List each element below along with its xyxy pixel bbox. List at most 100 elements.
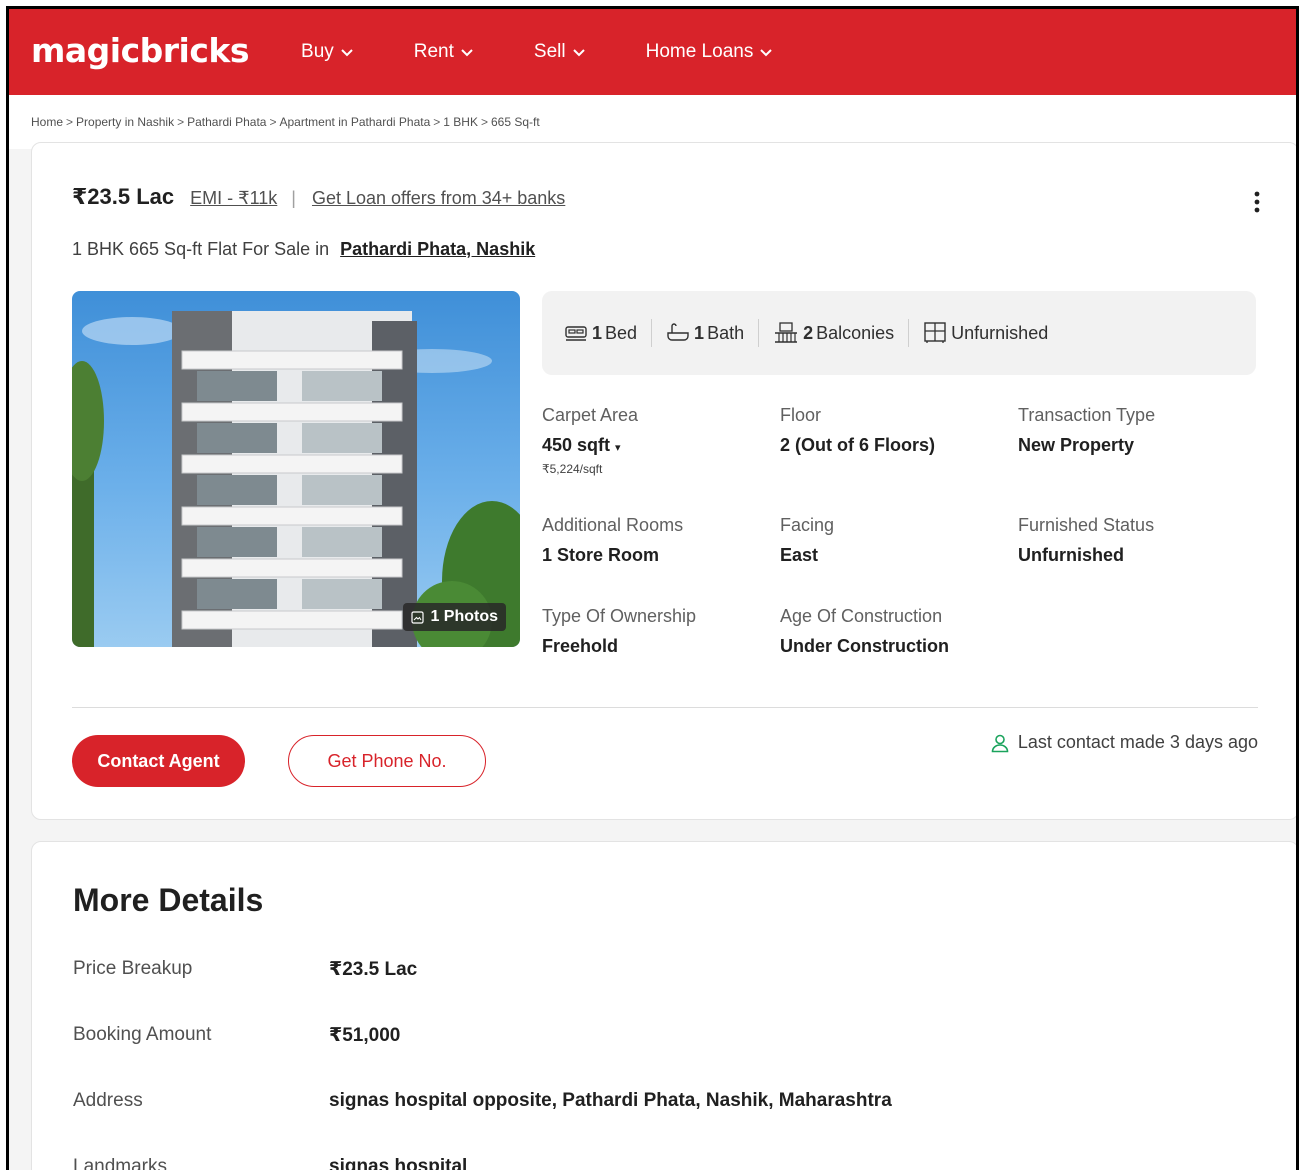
main-nav: Buy Rent Sell Home Loans [301, 41, 833, 63]
breadcrumb-separator: > [66, 115, 74, 129]
furnishing-amenity: Unfurnished [923, 322, 1048, 344]
amenity-divider [758, 319, 760, 347]
spec-label: Transaction Type [1018, 405, 1156, 425]
breadcrumb-pathardi-phata[interactable]: Pathardi Phata [187, 115, 266, 129]
nav-rent-label: Rent [413, 41, 454, 62]
spec-carpet-area: Carpet Area 450 sqft ▾ ₹5,224/sqft [542, 405, 638, 476]
bath-count: 1 [694, 322, 705, 343]
detail-value: ₹51,000 [329, 1025, 401, 1046]
nav-buy[interactable]: Buy [301, 41, 354, 63]
detail-value: signas hospital opposite, Pathardi Phata… [329, 1090, 892, 1111]
location-link[interactable]: Pathardi Phata, Nashik [340, 239, 535, 259]
balcony-label: Balconies [816, 322, 895, 343]
spec-transaction-type: Transaction Type New Property [1018, 405, 1155, 456]
magicbricks-logo[interactable]: magicbricks [31, 31, 250, 70]
nav-home-loans[interactable]: Home Loans [646, 41, 774, 63]
chevron-down-icon [759, 48, 773, 57]
spec-additional-rooms: Additional Rooms 1 Store Room [542, 515, 683, 566]
wardrobe-icon [924, 322, 946, 343]
spec-value: New Property [1018, 435, 1135, 455]
more-details-title: More Details [73, 882, 264, 918]
spec-label: Facing [780, 515, 835, 535]
spec-ownership: Type Of Ownership Freehold [542, 606, 696, 657]
contact-agent-button[interactable]: Contact Agent [72, 735, 245, 787]
property-summary-card: ₹23.5 Lac EMI - ₹11k | Get Loan offers f… [31, 142, 1296, 820]
last-contact-info: Last contact made 3 days ago [990, 732, 1258, 753]
image-icon [411, 610, 425, 624]
detail-label: Booking Amount [73, 1024, 212, 1045]
spec-facing: Facing East [780, 515, 834, 566]
nav-sell[interactable]: Sell [534, 41, 586, 63]
spec-label: Additional Rooms [542, 515, 684, 535]
chevron-down-icon [572, 48, 586, 57]
spec-label: Age Of Construction [780, 606, 943, 626]
browser-viewport: magicbricks Buy Rent Sell Home Loans Hom… [6, 6, 1299, 1170]
spec-value: Freehold [542, 636, 619, 656]
breadcrumb-separator: > [269, 115, 277, 129]
detail-value: signas hospital [329, 1156, 468, 1170]
user-icon [991, 734, 1009, 752]
bed-icon [565, 326, 587, 341]
balcony-amenity: 2 Balconies [773, 322, 894, 344]
price-per-sqft: ₹5,224/sqft [542, 462, 603, 476]
amenity-divider [908, 319, 910, 347]
loan-offers-link[interactable]: Get Loan offers from 34+ banks [312, 188, 565, 209]
building-illustration [72, 311, 520, 647]
caret-down-icon: ▾ [615, 442, 621, 454]
breadcrumb-1bhk[interactable]: 1 BHK [443, 115, 478, 129]
carpet-area-text: 450 sqft [542, 435, 611, 455]
carpet-area-value[interactable]: 450 sqft ▾ [542, 435, 638, 456]
spec-label: Furnished Status [1018, 515, 1155, 535]
balcony-count: 2 [803, 322, 814, 343]
amenity-divider [651, 319, 653, 347]
detail-value: ₹23.5 Lac [329, 959, 418, 980]
bed-count: 1 [592, 322, 603, 343]
balcony-icon [775, 322, 798, 343]
price: ₹23.5 Lac [72, 184, 175, 209]
property-photo[interactable]: 1 Photos [72, 291, 520, 647]
spec-furnished-status: Furnished Status Unfurnished [1018, 515, 1154, 566]
chevron-down-icon [460, 48, 474, 57]
price-divider: | [291, 188, 296, 208]
more-options-icon[interactable] [1254, 191, 1260, 218]
detail-row-price-breakup: Price Breakup ₹23.5 Lac [73, 958, 417, 981]
nav-buy-label: Buy [301, 41, 334, 62]
spec-value: Under Construction [780, 636, 949, 656]
nav-sell-label: Sell [533, 41, 566, 62]
emi-link[interactable]: EMI - ₹11k [190, 188, 277, 209]
spec-label: Floor [780, 405, 822, 425]
spec-value: Unfurnished [1018, 545, 1124, 565]
breadcrumb-separator: > [177, 115, 185, 129]
breadcrumb-home[interactable]: Home [31, 115, 63, 129]
get-phone-button[interactable]: Get Phone No. [288, 735, 486, 787]
breadcrumb-apartment[interactable]: Apartment in Pathardi Phata [280, 115, 431, 129]
detail-row-address: Address signas hospital opposite, Pathar… [73, 1090, 892, 1112]
more-details-card: More Details Price Breakup ₹23.5 Lac Boo… [31, 841, 1296, 1170]
photos-count-label: 1 Photos [430, 608, 498, 625]
site-header: magicbricks Buy Rent Sell Home Loans [9, 9, 1296, 95]
bath-icon [667, 323, 689, 341]
breadcrumb-property-in-nashik[interactable]: Property in Nashik [76, 115, 174, 129]
photos-count-badge[interactable]: 1 Photos [403, 603, 506, 631]
nav-home-loans-label: Home Loans [645, 41, 754, 62]
spec-value: East [780, 545, 819, 565]
bath-amenity: 1 Bath [666, 323, 744, 344]
breadcrumb-separator: > [480, 115, 488, 129]
detail-label: Landmarks [73, 1156, 167, 1170]
property-title: 1 BHK 665 Sq-ft Flat For Sale in Pathard… [72, 239, 535, 260]
detail-label: Address [73, 1090, 143, 1111]
price-row: ₹23.5 Lac EMI - ₹11k | Get Loan offers f… [72, 184, 565, 210]
amenities-bar: 1 Bed 1 Bath 2 Balconies Unfurnished [542, 291, 1256, 375]
chevron-down-icon [340, 48, 354, 57]
spec-value: 1 Store Room [542, 545, 660, 565]
last-contact-text: Last contact made 3 days ago [1017, 732, 1258, 752]
spec-label: Carpet Area [542, 405, 639, 425]
detail-label: Price Breakup [73, 958, 193, 979]
spec-label: Type Of Ownership [542, 606, 697, 626]
section-divider [72, 707, 1258, 708]
furnishing-label: Unfurnished [951, 322, 1049, 343]
bath-label: Bath [707, 322, 745, 343]
nav-rent[interactable]: Rent [414, 41, 474, 63]
property-title-text: 1 BHK 665 Sq-ft Flat For Sale in [72, 239, 330, 259]
breadcrumb-sqft: 665 Sq-ft [490, 115, 540, 129]
